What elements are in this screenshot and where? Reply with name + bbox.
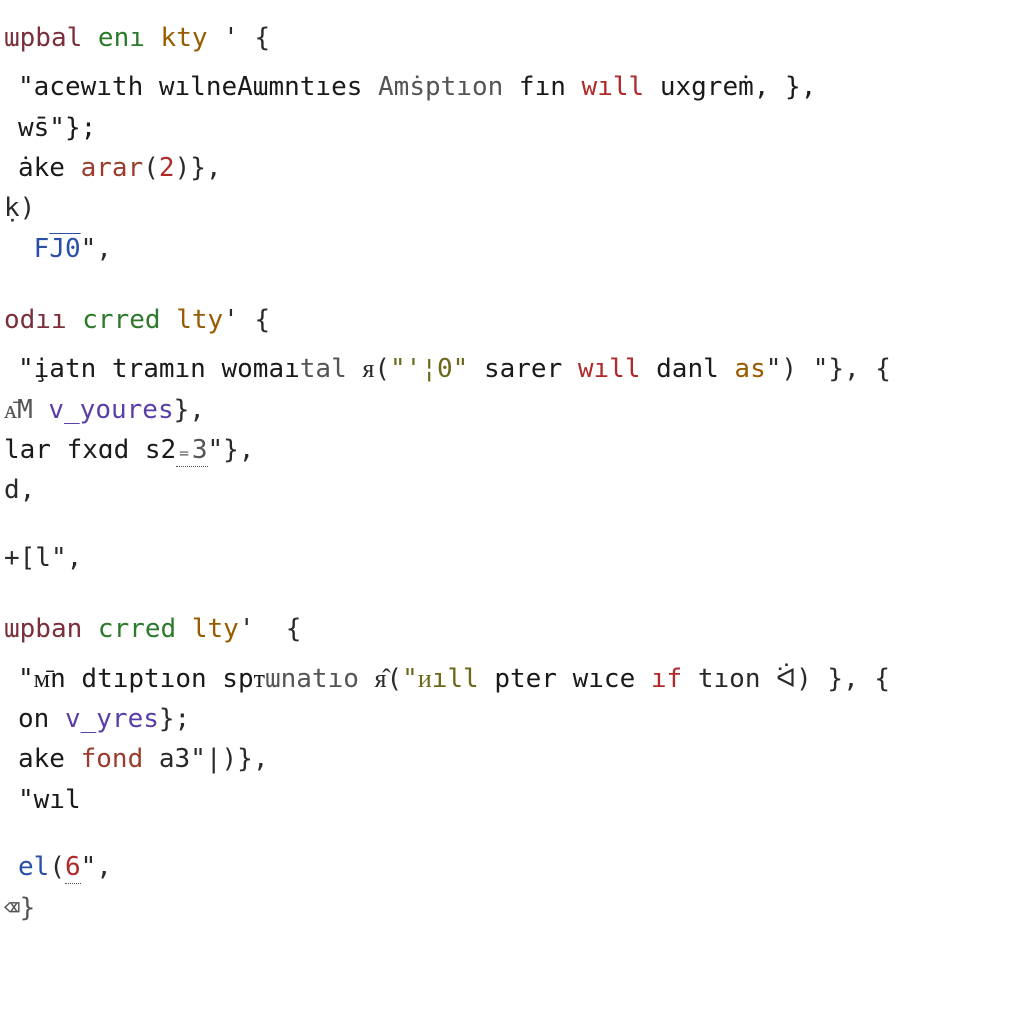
spacer xyxy=(0,650,1024,659)
code-token: pter wıce xyxy=(479,664,651,694)
code-token: ( xyxy=(49,852,65,882)
code-line: el(6", xyxy=(0,847,1024,887)
code-line: "acewıth wılneAɯmntıes Amṡptıon fın wıll… xyxy=(0,67,1024,107)
code-token: v_youres xyxy=(48,395,173,425)
code-line-header: ɯpbal enı kty ' { xyxy=(0,18,1024,58)
code-line: FJ0", xyxy=(0,229,1024,269)
code-token: Amṡptıon xyxy=(378,72,503,102)
spacer xyxy=(0,340,1024,349)
code-token: "ᴍ̄n dtıptıon spᴛ xyxy=(18,664,265,694)
code-token: lty xyxy=(176,305,223,335)
code-token: ᴀ̄M xyxy=(4,395,48,425)
code-token: fond xyxy=(81,744,144,774)
block-gap xyxy=(0,269,1024,300)
code-token: ₌3 xyxy=(176,435,207,467)
code-line: lar fxɑd s2₌3"}, xyxy=(0,430,1024,470)
code-token: ake xyxy=(18,744,81,774)
code-token: ɯpbal xyxy=(4,23,98,53)
code-token: 6 xyxy=(65,852,81,884)
code-token: )}, xyxy=(175,153,222,183)
code-token: +[l", xyxy=(4,543,82,573)
code-line: ⌫} xyxy=(0,888,1024,928)
code-line: "i̧atn tramın womaıtal ᴙ("'¦0" sarer wıl… xyxy=(0,349,1024,389)
code-token: "acewıth wılneAɯmntıes xyxy=(18,72,378,102)
code-token: ' { xyxy=(223,305,270,335)
code-token: uxgreṁ, }, xyxy=(644,72,816,102)
code-token: }; xyxy=(159,704,190,734)
code-token: ɯnatıo xyxy=(265,664,375,694)
code-token: odıı xyxy=(4,305,82,335)
code-token: v_yres xyxy=(65,704,159,734)
code-token: ", xyxy=(81,852,112,882)
code-token: ( xyxy=(143,153,159,183)
code-editor[interactable]: ɯpbal enı kty ' { "acewıth wılneAɯmntıes … xyxy=(0,0,1024,928)
code-token: "'¦0" xyxy=(390,354,468,384)
code-token xyxy=(18,234,34,264)
code-token: ȧke xyxy=(18,153,81,183)
code-token: ᴙ̂( xyxy=(375,664,403,694)
code-token: ws̄"}; xyxy=(18,113,96,143)
code-token: as xyxy=(734,354,765,384)
code-token: ' { xyxy=(239,614,302,644)
code-token: danl xyxy=(641,354,735,384)
code-token: fın xyxy=(503,72,581,102)
code-token: ḳ) xyxy=(4,193,35,223)
code-token: enı xyxy=(98,23,161,53)
code-token: kty xyxy=(161,23,208,53)
code-line: "ᴍ̄n dtıptıon spᴛɯnatıo ᴙ̂("ᴎıll pter wı… xyxy=(0,659,1024,699)
code-line-header: odıı crred lty' { xyxy=(0,300,1024,340)
code-token: d, xyxy=(4,475,35,505)
code-token: "i̧atn tramın womaı xyxy=(18,354,300,384)
code-line: d, xyxy=(0,470,1024,510)
code-token: }, xyxy=(174,395,205,425)
code-token: sarer xyxy=(468,354,578,384)
code-token: F xyxy=(34,234,50,264)
code-line: ake fond a3"|)}, xyxy=(0,739,1024,779)
code-token: ᴙ( xyxy=(362,354,390,384)
blank-line xyxy=(0,820,1024,847)
code-token: el xyxy=(18,852,49,882)
code-token: 2 xyxy=(159,153,175,183)
code-line: ḳ) xyxy=(0,188,1024,228)
code-token: on xyxy=(18,704,65,734)
code-line: ȧke arar(2)}, xyxy=(0,148,1024,188)
code-line: on v_yres}; xyxy=(0,699,1024,739)
code-token: lar fxɑd s2 xyxy=(4,435,176,465)
code-token: lty xyxy=(192,614,239,644)
code-token: "ᴎıll xyxy=(402,664,479,694)
code-token: tıon ᐛ) }, { xyxy=(682,664,890,694)
code-line: ᴀ̄M v_youres}, xyxy=(0,390,1024,430)
block-gap xyxy=(0,578,1024,609)
code-token: wıll xyxy=(582,72,645,102)
spacer xyxy=(0,58,1024,67)
code-token: a3"|)}, xyxy=(143,744,268,774)
code-token: ' { xyxy=(208,23,271,53)
code-token: wıll xyxy=(578,354,641,384)
code-token: ıf xyxy=(651,664,682,694)
code-token: crred xyxy=(98,614,192,644)
code-token: "wıl xyxy=(18,785,81,815)
code-token: J0 xyxy=(49,234,80,264)
code-line: "wıl xyxy=(0,780,1024,820)
code-token: ⌫} xyxy=(4,893,35,923)
code-line: ws̄"}; xyxy=(0,108,1024,148)
code-token: ɯpban xyxy=(4,614,98,644)
code-token: crred xyxy=(82,305,176,335)
code-token: ") "}, { xyxy=(766,354,891,384)
code-line-header: ɯpban crred lty' { xyxy=(0,609,1024,649)
code-token: arar xyxy=(81,153,144,183)
blank-line xyxy=(0,511,1024,538)
code-line: +[l", xyxy=(0,538,1024,578)
code-token: "}, xyxy=(208,435,255,465)
code-token: ", xyxy=(81,234,112,264)
code-token: tal xyxy=(300,354,363,384)
